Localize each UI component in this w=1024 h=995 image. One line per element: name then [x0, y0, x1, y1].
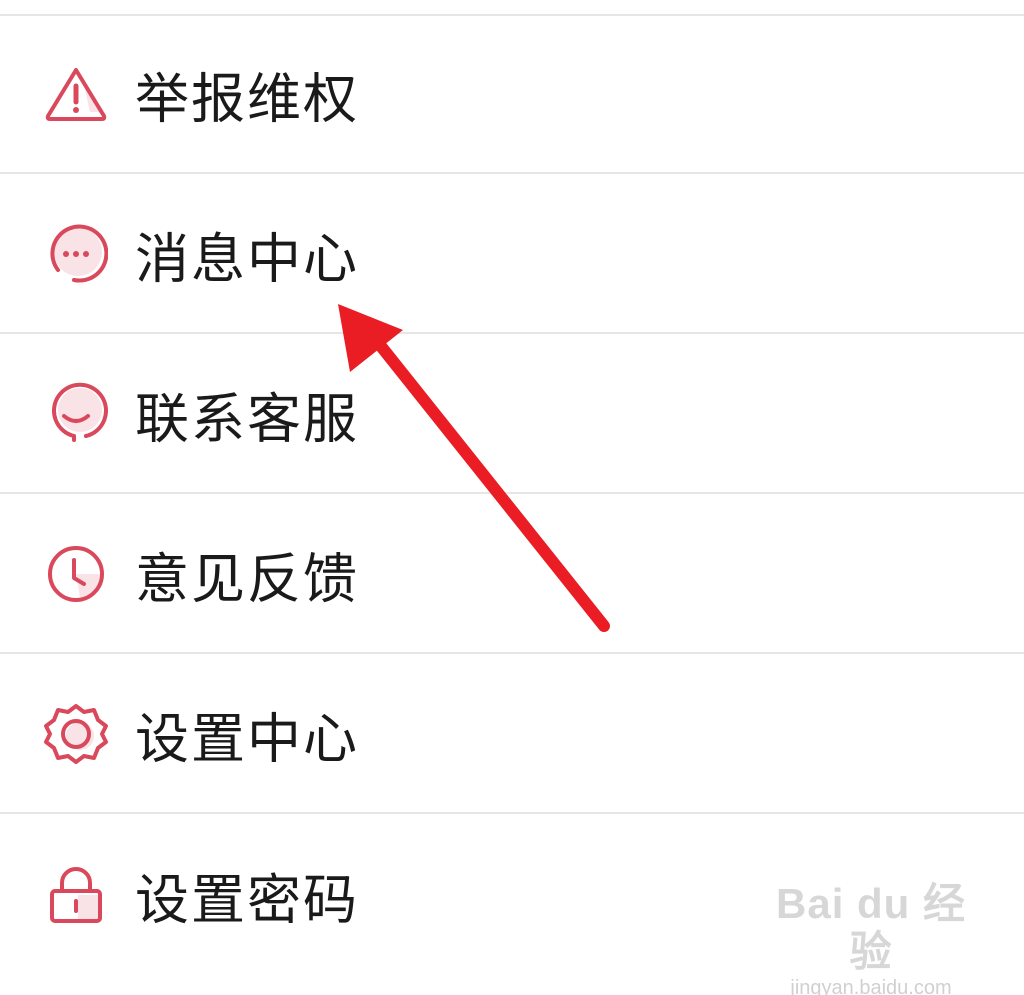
gear-icon: [44, 702, 108, 766]
menu-item-label: 设置中心: [135, 707, 359, 771]
menu-item-contact-support[interactable]: 联系客服: [0, 336, 1024, 494]
menu-item-label: 设置密码: [135, 868, 359, 932]
menu-item-messages[interactable]: 消息中心: [0, 176, 1024, 334]
menu-item-report[interactable]: 举报维权: [0, 16, 1024, 174]
lock-icon: [44, 863, 108, 927]
message-bubble-icon: [44, 222, 108, 286]
settings-menu-page: 举报维权 消息中心 联系客服 意见反馈 设置中心 设置密码 Bai du 经验 …: [0, 0, 1024, 995]
menu-item-label: 联系客服: [135, 387, 359, 451]
warning-triangle-icon: [44, 62, 108, 126]
customer-service-icon: [44, 382, 108, 446]
menu-item-settings[interactable]: 设置中心: [0, 656, 1024, 814]
baidu-jingyan-watermark: Bai du 经验 jingyan.baidu.com: [776, 880, 966, 995]
clock-icon: [44, 542, 108, 606]
menu-item-label: 消息中心: [135, 227, 359, 291]
watermark-url: jingyan.baidu.com: [790, 977, 952, 995]
menu-item-label: 举报维权: [135, 67, 359, 131]
watermark-brand: Bai du 经验: [776, 880, 967, 975]
menu-item-feedback[interactable]: 意见反馈: [0, 496, 1024, 654]
menu-item-label: 意见反馈: [135, 547, 359, 611]
